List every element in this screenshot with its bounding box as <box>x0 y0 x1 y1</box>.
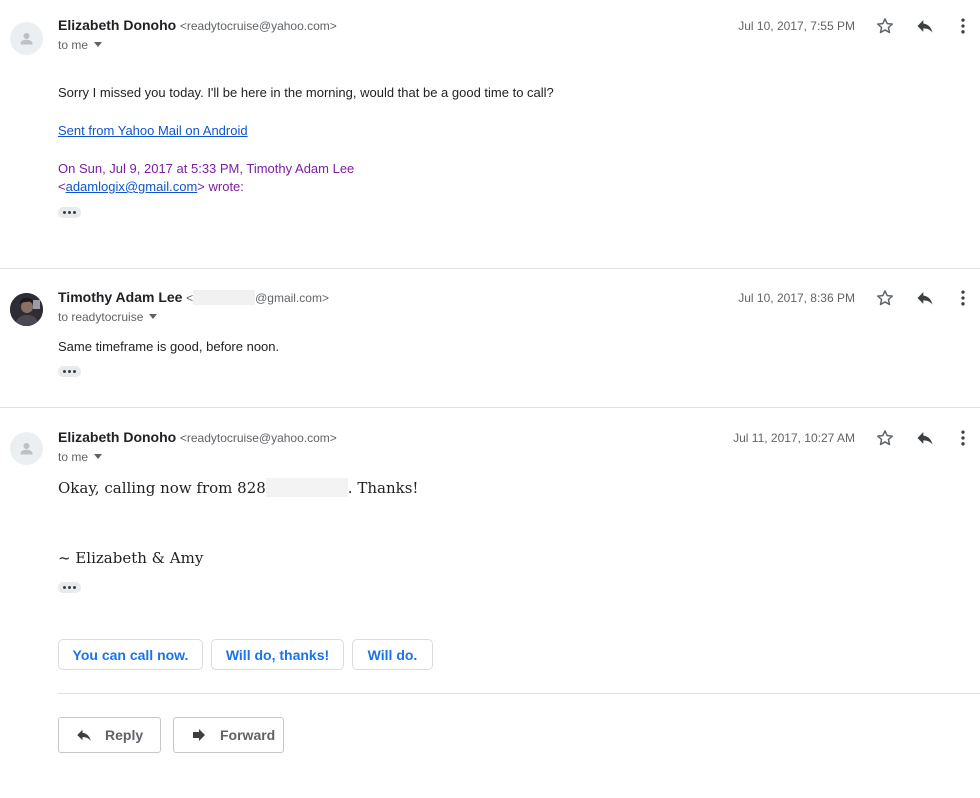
caret-down-icon <box>94 454 103 459</box>
smart-reply-chip[interactable]: You can call now. <box>58 639 203 670</box>
ellipsis-icon <box>63 370 66 373</box>
quote-header-line1: On Sun, Jul 9, 2017 at 5:33 PM, Timothy … <box>58 161 355 176</box>
star-button[interactable] <box>873 426 897 450</box>
message-body: Sorry I missed you today. I'll be here i… <box>58 85 554 100</box>
message-signoff: ~ Elizabeth & Amy <box>58 549 204 567</box>
reply-action-button[interactable]: Reply <box>58 717 161 753</box>
caret-down-icon <box>149 314 158 319</box>
sender-email-suffix: @gmail.com> <box>255 291 329 305</box>
star-icon <box>877 430 893 446</box>
sender-email: <readytocruise@yahoo.com> <box>179 431 337 445</box>
message-body: Same timeframe is good, before noon. <box>58 339 280 354</box>
ellipsis-icon <box>63 586 66 589</box>
forward-action-button[interactable]: Forward <box>173 717 284 753</box>
redacted-block <box>265 478 348 497</box>
sender-info: Elizabeth Donoho <readytocruise@yahoo.co… <box>58 429 337 445</box>
sender-name[interactable]: Timothy Adam Lee <box>58 289 182 305</box>
sender-name[interactable]: Elizabeth Donoho <box>58 429 176 445</box>
recipient-label: to me <box>58 450 89 464</box>
ellipsis-icon <box>63 211 66 214</box>
more-vert-icon <box>961 18 965 34</box>
smart-reply-chip[interactable]: Will do, thanks! <box>211 639 344 670</box>
reply-icon <box>917 432 933 445</box>
reply-button[interactable] <box>913 426 937 450</box>
more-options-button[interactable] <box>951 14 975 38</box>
show-trimmed-content-button[interactable] <box>58 582 81 593</box>
reply-label: Reply <box>105 727 144 743</box>
message-divider <box>0 407 980 408</box>
reply-icon <box>77 729 91 741</box>
more-options-button[interactable] <box>951 286 975 310</box>
sender-email: <readytocruise@yahoo.com> <box>179 19 337 33</box>
message-body-suffix: . Thanks! <box>347 479 419 497</box>
message-divider <box>0 268 980 269</box>
sender-email: < @gmail.com> <box>186 290 329 305</box>
recipient-label: to me <box>58 38 89 52</box>
reply-button[interactable] <box>913 14 937 38</box>
more-vert-icon <box>961 290 965 306</box>
more-options-button[interactable] <box>951 426 975 450</box>
profile-photo <box>10 293 43 326</box>
forward-label: Forward <box>220 727 276 743</box>
sender-avatar[interactable] <box>10 293 43 326</box>
recipient-dropdown[interactable]: to me <box>58 450 103 464</box>
sender-email-prefix: < <box>186 291 194 305</box>
star-button[interactable] <box>873 14 897 38</box>
recipient-dropdown[interactable]: to me <box>58 38 103 52</box>
reply-icon <box>917 292 933 305</box>
reply-button[interactable] <box>913 286 937 310</box>
smart-reply-chip[interactable]: Will do. <box>352 639 433 670</box>
message-body: Okay, calling now from 828 . Thanks! <box>58 478 418 497</box>
person-icon <box>20 443 33 455</box>
sender-avatar[interactable] <box>10 22 43 55</box>
star-icon <box>877 290 893 306</box>
forward-icon <box>193 729 205 741</box>
message-date: Jul 11, 2017, 10:27 AM <box>733 431 855 445</box>
show-trimmed-content-button[interactable] <box>58 366 81 377</box>
sender-name[interactable]: Elizabeth Donoho <box>58 17 176 33</box>
message-date: Jul 10, 2017, 7:55 PM <box>738 19 855 33</box>
quote-header-line2: <adamlogix@gmail.com> wrote: <box>58 179 244 194</box>
reply-icon <box>917 20 933 33</box>
recipient-label: to readytocruise <box>58 310 144 324</box>
person-icon <box>20 33 33 45</box>
signature: Sent from Yahoo Mail on Android <box>58 123 248 138</box>
show-trimmed-content-button[interactable] <box>58 207 81 218</box>
sender-info: Timothy Adam Lee < @gmail.com> <box>58 289 329 305</box>
signature-link[interactable]: Sent from Yahoo Mail on Android <box>58 123 248 138</box>
star-button[interactable] <box>873 286 897 310</box>
quote-close: > wrote: <box>197 179 244 194</box>
recipient-dropdown[interactable]: to readytocruise <box>58 310 158 324</box>
sender-avatar[interactable] <box>10 432 43 465</box>
message-date: Jul 10, 2017, 8:36 PM <box>738 291 855 305</box>
message-body-prefix: Okay, calling now from 828 <box>58 479 266 497</box>
quote-email-link[interactable]: adamlogix@gmail.com <box>66 179 198 194</box>
star-icon <box>877 18 893 34</box>
caret-down-icon <box>94 42 103 47</box>
sender-info: Elizabeth Donoho <readytocruise@yahoo.co… <box>58 17 337 33</box>
redacted-block <box>193 290 256 305</box>
compose-divider <box>58 693 980 694</box>
more-vert-icon <box>961 430 965 446</box>
quote-open: < <box>58 179 66 194</box>
